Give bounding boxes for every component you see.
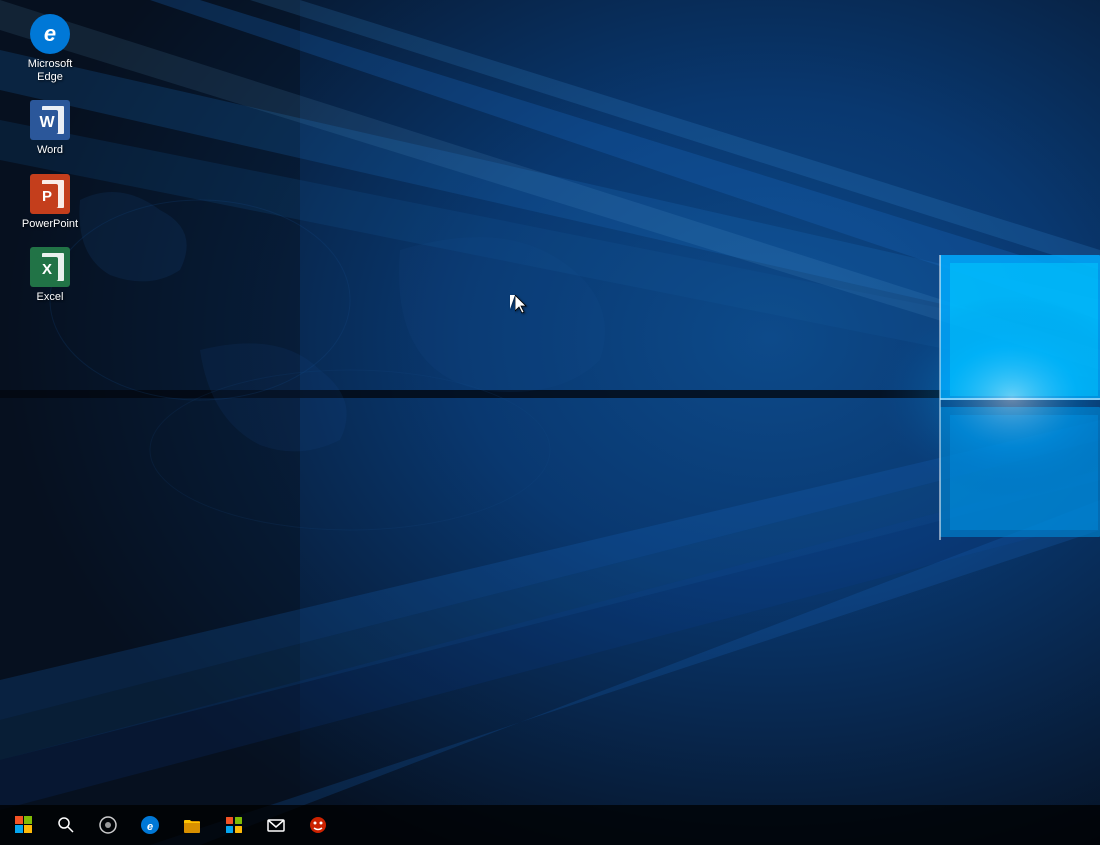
excel-desktop-icon[interactable]: X Excel — [10, 243, 90, 308]
excel-icon-img: X — [30, 247, 70, 287]
windows-logo-icon — [15, 816, 33, 834]
search-icon — [58, 817, 74, 833]
word-label: Word — [37, 144, 63, 156]
store-icon — [225, 816, 243, 834]
file-explorer-button[interactable] — [172, 807, 212, 843]
edge-icon-img: e — [30, 14, 70, 54]
edge-label-line1: Microsoft — [28, 58, 73, 70]
start-button[interactable] — [4, 807, 44, 843]
svg-text:W: W — [39, 114, 55, 131]
desktop-icons: e Microsoft Edge W Word — [10, 10, 90, 308]
ppt-icon-label: PowerPoint — [22, 218, 78, 231]
svg-text:P: P — [42, 188, 52, 205]
edge-taskbar-icon: e — [141, 816, 159, 834]
app-button[interactable] — [298, 807, 338, 843]
mail-icon — [267, 816, 285, 834]
word-icon-img: W — [30, 100, 70, 140]
svg-text:X: X — [42, 261, 52, 278]
edge-taskbar-button[interactable]: e — [130, 807, 170, 843]
ppt-icon-img: P — [30, 174, 70, 214]
taskbar: e — [0, 805, 1100, 845]
desktop: e Microsoft Edge W Word — [0, 0, 1100, 845]
edge-desktop-icon[interactable]: e Microsoft Edge — [10, 10, 90, 88]
powerpoint-desktop-icon[interactable]: P PowerPoint — [10, 170, 90, 235]
cortana-button[interactable] — [88, 807, 128, 843]
excel-label: Excel — [37, 291, 64, 303]
cortana-icon — [99, 816, 117, 834]
excel-icon-label: Excel — [37, 291, 64, 304]
svg-text:e: e — [44, 21, 56, 46]
search-button[interactable] — [46, 807, 86, 843]
word-icon-label: Word — [37, 144, 63, 157]
ppt-label: PowerPoint — [22, 218, 78, 230]
word-desktop-icon[interactable]: W Word — [10, 96, 90, 161]
file-explorer-icon — [183, 816, 201, 834]
app-icon — [309, 816, 327, 834]
svg-text:e: e — [147, 821, 153, 833]
edge-label-line2: Edge — [37, 71, 63, 83]
wallpaper — [0, 0, 1100, 845]
mail-button[interactable] — [256, 807, 296, 843]
store-button[interactable] — [214, 807, 254, 843]
edge-icon-label: Microsoft Edge — [28, 58, 73, 84]
